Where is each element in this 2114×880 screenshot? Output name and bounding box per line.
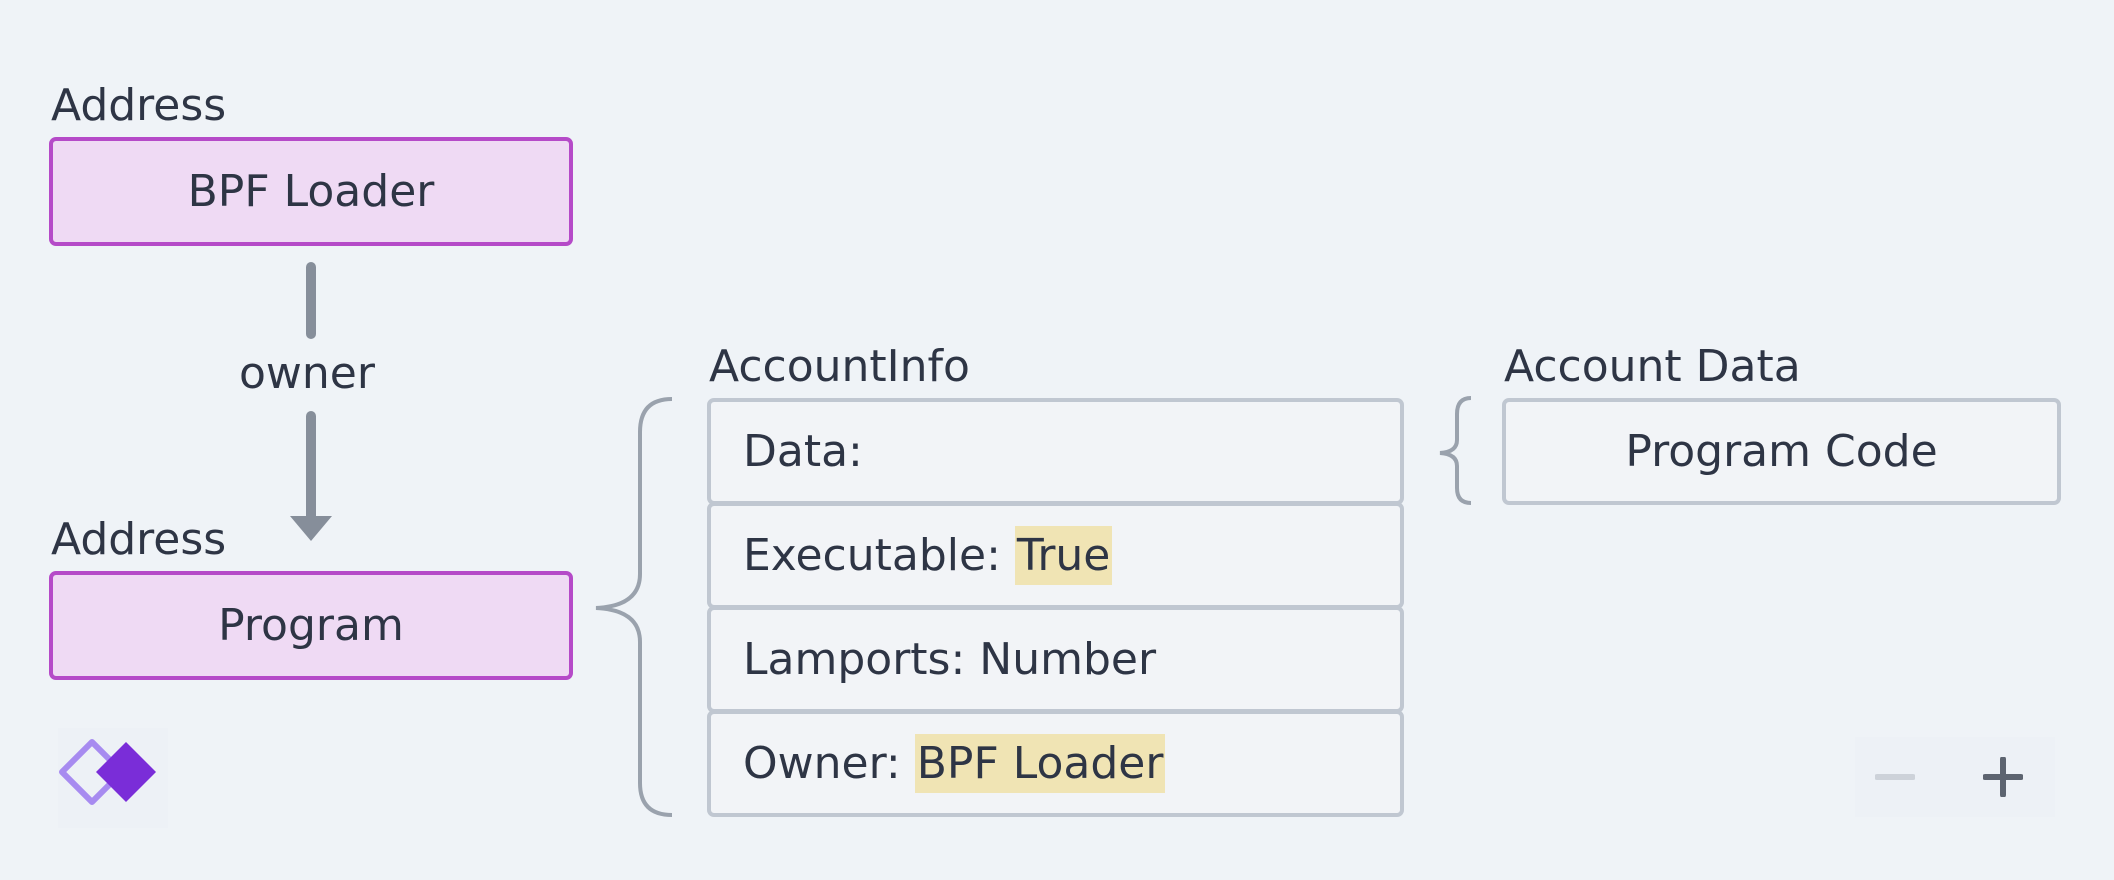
account-info-brace xyxy=(595,397,673,817)
account-info-row-lamports[interactable]: Lamports: Number xyxy=(707,606,1404,713)
owner-arrowhead xyxy=(290,516,332,541)
logo-graphic xyxy=(59,739,156,805)
plus-icon xyxy=(1983,757,2023,797)
row-key: Owner: xyxy=(743,738,901,789)
zoom-controls xyxy=(1855,737,2055,817)
diagram-canvas: Address BPF Loader owner Address Program… xyxy=(0,0,2114,880)
minus-icon xyxy=(1875,774,1915,780)
diamond-logo-icon[interactable] xyxy=(58,728,168,828)
bpf-loader-caption: Address xyxy=(51,80,227,131)
program-code-node[interactable]: Program Code xyxy=(1502,398,2061,505)
account-info-row-executable[interactable]: Executable: True xyxy=(707,502,1404,609)
account-info-row-owner[interactable]: Owner: BPF Loader xyxy=(707,710,1404,817)
zoom-out-button[interactable] xyxy=(1855,737,1935,817)
owner-edge-label: owner xyxy=(239,348,375,399)
row-key: Data: xyxy=(743,426,863,477)
row-value-highlight: True xyxy=(1014,526,1113,585)
row-key: Executable: xyxy=(743,530,1001,581)
bpf-loader-node[interactable]: BPF Loader xyxy=(49,137,573,246)
zoom-in-button[interactable] xyxy=(1963,737,2043,817)
account-info-row-data[interactable]: Data: xyxy=(707,398,1404,505)
data-brace xyxy=(1439,396,1472,505)
row-value: Number xyxy=(979,634,1157,685)
program-node[interactable]: Program xyxy=(49,571,573,680)
row-value-highlight: BPF Loader xyxy=(914,734,1166,793)
program-caption: Address xyxy=(51,514,227,565)
account-info-title: AccountInfo xyxy=(709,341,970,392)
program-label: Program xyxy=(218,600,404,651)
account-data-title: Account Data xyxy=(1504,341,1801,392)
program-code-label: Program Code xyxy=(1625,426,1938,477)
bpf-loader-label: BPF Loader xyxy=(187,166,435,217)
row-key: Lamports: xyxy=(743,634,966,685)
